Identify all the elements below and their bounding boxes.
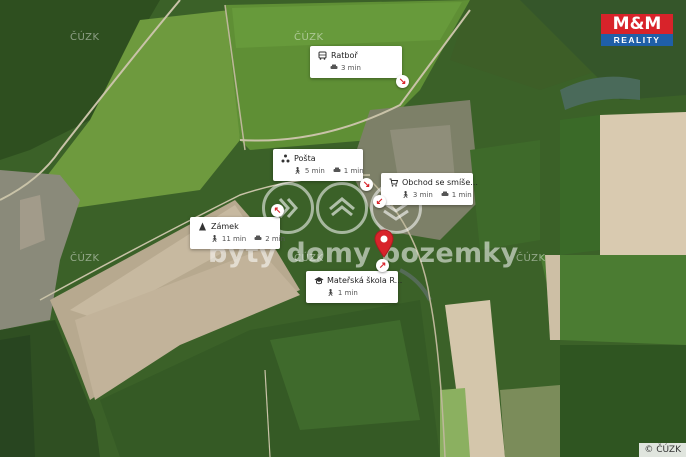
map-watermark: ČÚZK (294, 32, 324, 43)
poi-travel-time: 1 min (337, 289, 358, 297)
direction-arrow-icon: ↘ (396, 75, 409, 88)
poi-travel-time: 2 min (265, 235, 286, 243)
car-icon (333, 167, 341, 175)
car-icon (330, 64, 338, 72)
walk-icon: 🚶︎ (293, 167, 302, 175)
castle-icon (198, 222, 207, 231)
poi-travel-time: 1 min (343, 167, 364, 175)
map-watermark: ČÚZK (516, 253, 546, 264)
poi-label-materska-skola[interactable]: Mateřská škola R... 🚶︎ 1 min (306, 271, 402, 303)
direction-arrow-icon: ↘ (360, 178, 373, 191)
map-watermark: ČÚZK (70, 253, 100, 264)
property-location-pin[interactable] (373, 228, 395, 258)
poi-name: Pošta (294, 154, 316, 163)
poi-name: Zámek (211, 222, 239, 231)
poi-travel-time: 3 min (341, 64, 361, 72)
post-icon (281, 154, 290, 163)
poi-travel-time: 1 min (451, 191, 472, 199)
car-icon (441, 191, 449, 199)
direction-arrow-icon: ↗ (376, 259, 389, 272)
school-icon (314, 276, 324, 285)
direction-arrow-icon: ↖ (271, 204, 284, 217)
walk-icon: 🚶︎ (401, 191, 410, 199)
poi-name: Obchod se smíše... (402, 178, 478, 187)
map-view[interactable]: ČÚZK ČÚZK ČÚZK ČÚZK ČÚZK byty domy pozem… (0, 0, 686, 457)
map-copyright: © ČÚZK (639, 443, 686, 457)
poi-travel-time: 5 min (304, 167, 325, 175)
poi-label-zamek[interactable]: Zámek 🚶︎ 11 min 2 min (190, 217, 285, 249)
mm-reality-logo: M&M REALITY (601, 14, 673, 46)
poi-label-obchod[interactable]: Obchod se smíše... 🚶︎ 3 min 1 min (381, 173, 478, 205)
poi-name: Ratboř (331, 51, 358, 60)
walk-icon: 🚶︎ (210, 235, 219, 243)
poi-name: Mateřská škola R... (327, 276, 403, 285)
direction-arrow-icon: ↙ (373, 195, 386, 208)
walk-icon: 🚶︎ (326, 289, 335, 297)
map-watermark: ČÚZK (70, 32, 100, 43)
poi-travel-time: 11 min (221, 235, 247, 243)
bus-icon (318, 51, 327, 60)
poi-travel-time: 3 min (412, 191, 433, 199)
poi-label-ratbor[interactable]: Ratboř 3 min (310, 46, 402, 78)
logo-bottom-text: REALITY (601, 34, 673, 46)
logo-top-text: M&M (601, 14, 673, 34)
car-icon (254, 235, 262, 243)
house-icon (316, 182, 368, 234)
cart-icon (389, 178, 399, 187)
poi-label-posta[interactable]: Pošta 🚶︎ 5 min 1 min (273, 149, 364, 181)
